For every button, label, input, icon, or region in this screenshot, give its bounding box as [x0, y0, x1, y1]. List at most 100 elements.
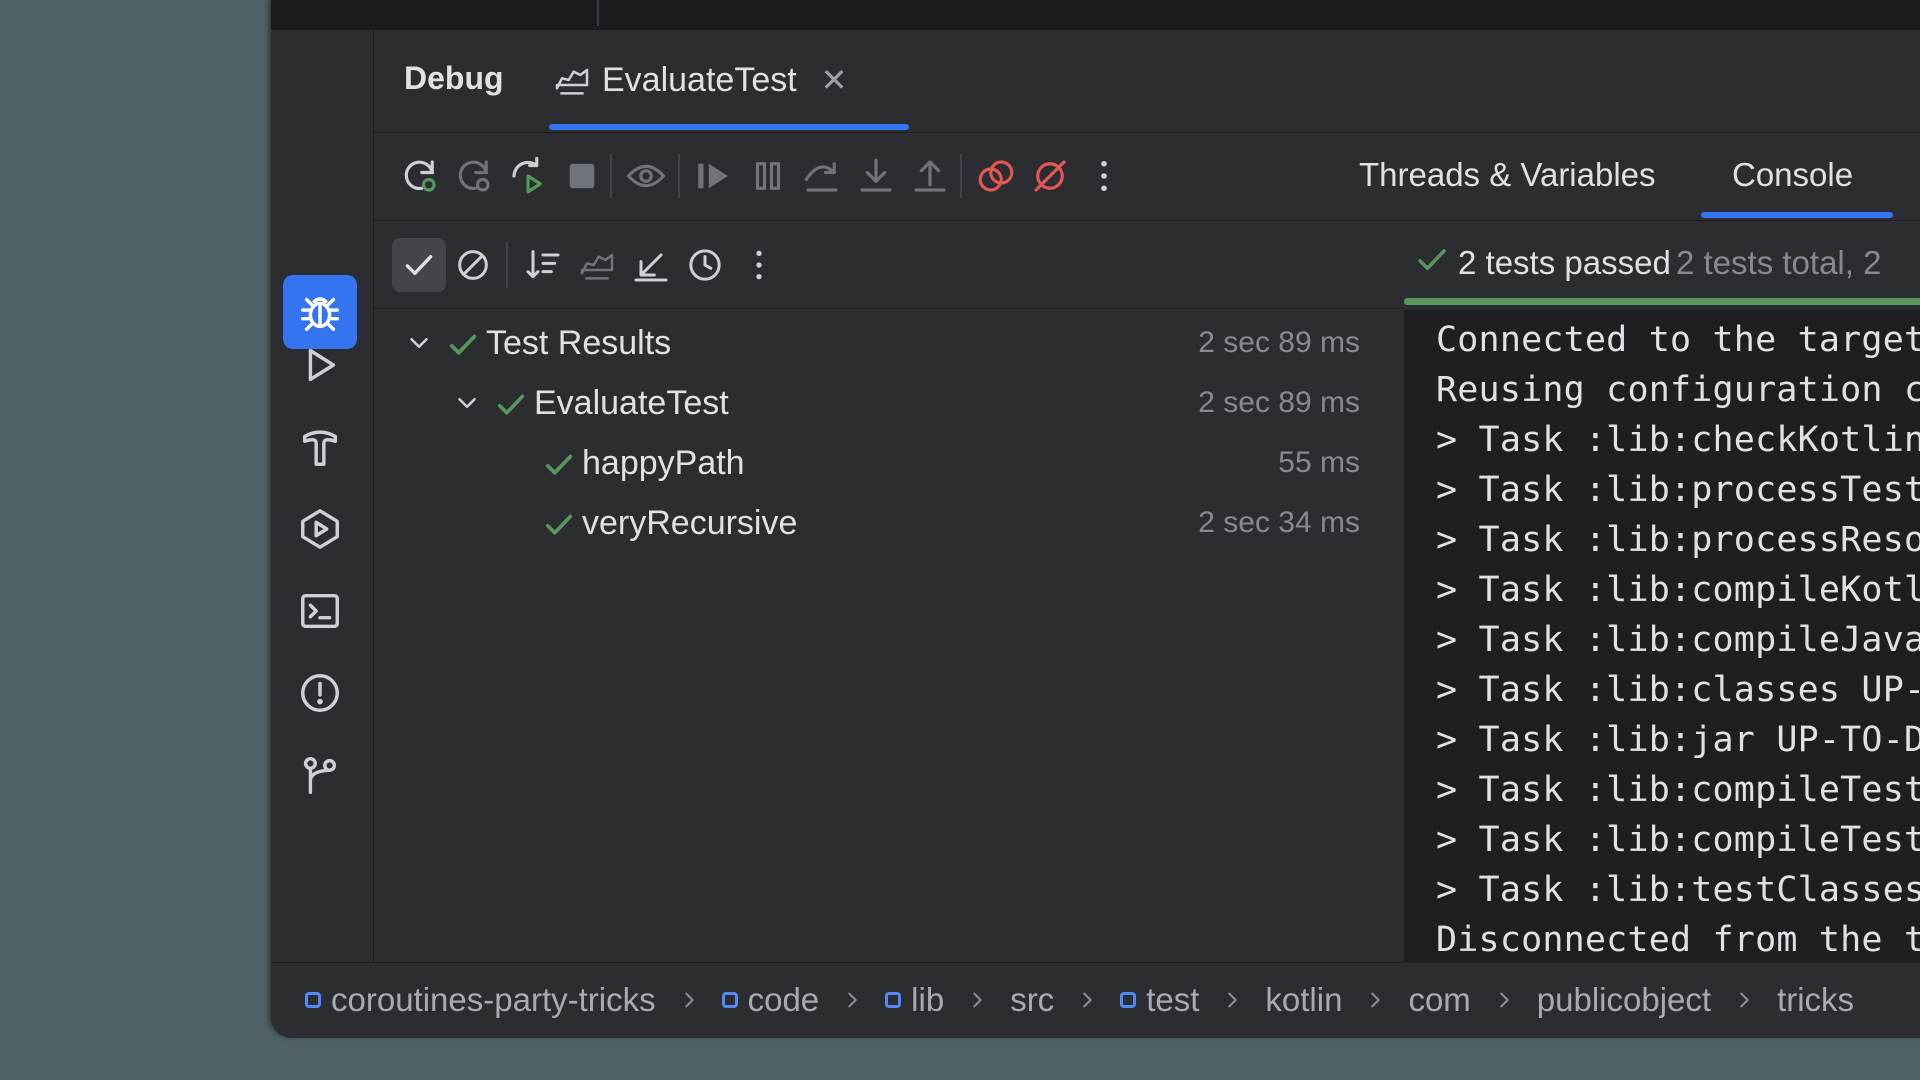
- module-icon: [1120, 992, 1137, 1008]
- tab-evaluate-test[interactable]: EvaluateTest ✕: [552, 50, 847, 110]
- tree-row-test-results[interactable]: Test Results 2 sec 89 ms: [374, 314, 1404, 374]
- chevron-right-icon: [678, 989, 700, 1011]
- test-status-bar: 2 tests passed 2 tests total, 2: [1394, 220, 1920, 308]
- tree-row-label: EvaluateTest: [534, 384, 729, 422]
- console-line: > Task :lib:compileTestKot: [1436, 770, 1920, 810]
- rerun-disabled-button[interactable]: [450, 152, 498, 200]
- build-icon: [302, 430, 338, 466]
- breadcrumb: coroutines-party-tricks code lib src tes…: [305, 981, 1854, 1019]
- chevron-down-icon[interactable]: [404, 328, 434, 358]
- breadcrumb-item[interactable]: com: [1408, 981, 1470, 1019]
- rerun-debug-icon: [404, 160, 436, 192]
- breadcrumb-label: com: [1408, 981, 1471, 1018]
- more-vertical-icon: [756, 250, 762, 280]
- sort-icon: [526, 250, 560, 279]
- show-passed-toggle[interactable]: [392, 238, 446, 292]
- breadcrumb-label: tricks: [1777, 981, 1855, 1018]
- tree-row-duration: 2 sec 89 ms: [1198, 386, 1360, 419]
- step-out-button[interactable]: [906, 152, 954, 200]
- services-tool-button[interactable]: [283, 492, 357, 566]
- breadcrumb-item[interactable]: kotlin: [1265, 981, 1342, 1019]
- rerun-button[interactable]: [396, 152, 444, 200]
- more-actions-button[interactable]: [1080, 152, 1128, 200]
- module-icon: [305, 992, 321, 1008]
- breadcrumb-item[interactable]: publicobject: [1537, 981, 1711, 1019]
- chevron-right-icon: [1221, 989, 1243, 1011]
- run-icon: [308, 348, 336, 382]
- close-icon[interactable]: ✕: [821, 61, 848, 99]
- check-icon: [545, 454, 573, 475]
- sort-button[interactable]: [516, 238, 570, 292]
- run-tool-button[interactable]: [283, 328, 357, 402]
- tests-passed-text: 2 tests passed: [1458, 244, 1671, 281]
- check-icon: [405, 255, 433, 275]
- console-line: Disconnected from the targ: [1436, 920, 1920, 960]
- ignored-icon: [458, 250, 488, 280]
- console-output[interactable]: Connected to the target VI Reusing confi…: [1408, 310, 1920, 962]
- tests-total-text: 2 tests total, 2: [1676, 244, 1882, 281]
- tree-row-label: veryRecursive: [582, 504, 798, 542]
- chevron-right-icon: [1076, 989, 1098, 1011]
- breadcrumb-item[interactable]: coroutines-party-tricks: [305, 981, 656, 1019]
- navigation-breadcrumb: coroutines-party-tricks code lib src tes…: [271, 962, 1920, 1038]
- console-line: Reusing configuration cach: [1436, 370, 1920, 410]
- breadcrumb-label: src: [1010, 981, 1055, 1018]
- tab-threads-variables[interactable]: Threads & Variables: [1359, 156, 1656, 194]
- stop-button[interactable]: [558, 152, 606, 200]
- step-over-icon: [804, 162, 838, 192]
- console-line: > Task :lib:classes UP-TO-: [1436, 670, 1920, 710]
- toolbar-separator: [506, 242, 508, 288]
- resume-button[interactable]: [690, 152, 738, 200]
- pause-button[interactable]: [744, 152, 792, 200]
- problems-tool-button[interactable]: [283, 656, 357, 730]
- console-line: > Task :lib:processResourc: [1436, 520, 1920, 560]
- history-button[interactable]: [678, 238, 732, 292]
- build-tool-button[interactable]: [283, 410, 357, 484]
- tree-row-happy-path[interactable]: happyPath 55 ms: [374, 434, 1404, 494]
- view-breakpoints-button[interactable]: [622, 152, 670, 200]
- chevron-right-icon: [841, 989, 863, 1011]
- git-tool-button[interactable]: [283, 738, 357, 812]
- tab-console[interactable]: Console: [1732, 156, 1853, 194]
- terminal-tool-button[interactable]: [283, 574, 357, 648]
- breadcrumb-item[interactable]: test: [1120, 981, 1199, 1019]
- more-options-button[interactable]: [732, 238, 786, 292]
- more-vertical-icon: [1101, 160, 1107, 192]
- breadcrumb-item[interactable]: tricks: [1777, 981, 1854, 1019]
- problems-icon: [301, 674, 339, 712]
- test-history-button[interactable]: [570, 238, 624, 292]
- breadcrumb-label: publicobject: [1536, 981, 1712, 1018]
- git-icon: [303, 756, 337, 794]
- resume-icon: [698, 163, 728, 189]
- breadcrumb-item[interactable]: src: [1010, 981, 1054, 1019]
- tree-row-label: Test Results: [486, 324, 672, 362]
- title-bar-divider: [597, 0, 599, 26]
- tree-row-evaluate-test[interactable]: EvaluateTest 2 sec 89 ms: [374, 374, 1404, 434]
- ide-window: Debug EvaluateTest ✕ Threads & Variables…: [270, 0, 1920, 1038]
- breadcrumb-item[interactable]: code: [721, 981, 820, 1019]
- breadcrumb-label: code: [747, 981, 820, 1018]
- import-arrow-icon: [634, 253, 668, 282]
- mute-breakpoints-button[interactable]: [1026, 152, 1074, 200]
- test-progress-bar: [1404, 298, 1920, 305]
- tree-row-duration: 55 ms: [1278, 446, 1360, 479]
- check-icon: [497, 394, 525, 415]
- debug-title: Debug: [404, 60, 504, 96]
- show-ignored-toggle[interactable]: [446, 238, 500, 292]
- title-bar: [271, 0, 1920, 30]
- step-over-button[interactable]: [798, 152, 846, 200]
- console-line: > Task :lib:compileKotlin: [1436, 570, 1920, 610]
- check-icon: [545, 514, 573, 535]
- view-breakpoints-red-button[interactable]: [972, 152, 1020, 200]
- restart-button[interactable]: [504, 152, 552, 200]
- breadcrumb-item[interactable]: lib: [885, 981, 944, 1019]
- step-into-icon: [860, 158, 892, 192]
- import-tests-button[interactable]: [624, 238, 678, 292]
- step-into-button[interactable]: [852, 152, 900, 200]
- tree-row-very-recursive[interactable]: veryRecursive 2 sec 34 ms: [374, 494, 1404, 554]
- breadcrumb-label: coroutines-party-tricks: [331, 981, 656, 1018]
- chevron-down-icon[interactable]: [452, 388, 482, 418]
- step-out-icon: [914, 160, 946, 192]
- rerun-disabled-icon: [458, 160, 490, 192]
- active-tab-indicator: [549, 124, 909, 130]
